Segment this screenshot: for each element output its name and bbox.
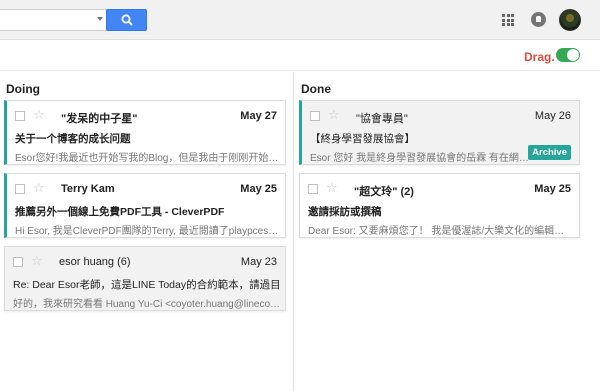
email-date: May 23 bbox=[240, 256, 277, 268]
archive-button[interactable]: Archive bbox=[528, 145, 571, 160]
drag-toggle-row: Drag. bbox=[0, 41, 600, 71]
select-checkbox[interactable] bbox=[308, 184, 318, 194]
email-subject: Re: Dear Esor老師，這是LINE Today的合約範本，請過目唷 bbox=[13, 279, 281, 291]
email-subject: 关于一个博客的成长问题 bbox=[15, 133, 131, 145]
email-card[interactable]: ☆ Terry Kam May 25 推薦另外一個線上免費PDF工具 - Cle… bbox=[4, 173, 286, 238]
select-checkbox[interactable] bbox=[15, 111, 25, 121]
select-checkbox[interactable] bbox=[13, 257, 23, 267]
star-icon[interactable]: ☆ bbox=[328, 107, 340, 123]
star-icon[interactable]: ☆ bbox=[33, 180, 45, 196]
select-checkbox[interactable] bbox=[310, 111, 320, 121]
email-card[interactable]: ☆ "发呆的中子星" May 27 关于一个博客的成长问题 Esor您好!我最近… bbox=[4, 100, 286, 165]
email-date: May 26 bbox=[534, 110, 571, 122]
email-date: May 27 bbox=[240, 110, 277, 122]
search-button[interactable] bbox=[106, 9, 147, 31]
star-icon[interactable]: ☆ bbox=[326, 180, 338, 196]
star-icon[interactable]: ☆ bbox=[31, 253, 43, 269]
column-divider bbox=[293, 72, 294, 391]
select-checkbox[interactable] bbox=[15, 184, 25, 194]
email-snippet: Esor 您好 我是終身學習發展協會的岳霖 有在網路上有 bbox=[310, 153, 532, 164]
email-card[interactable]: ☆ esor huang (6) May 23 Re: Dear Esor老師，… bbox=[4, 246, 286, 311]
email-snippet: Esor您好!我最近也开始写我的Blog，但是我由于刚刚开始写，所... bbox=[15, 153, 280, 164]
search-input[interactable] bbox=[0, 9, 107, 31]
search-options-chevron-icon[interactable] bbox=[97, 17, 103, 21]
drag-label: Drag. bbox=[524, 50, 555, 64]
sender-name: "超文玲" (2) bbox=[354, 186, 414, 198]
sender-name: "協會專員" bbox=[356, 113, 408, 125]
email-date: May 25 bbox=[240, 183, 277, 195]
apps-grid-icon[interactable] bbox=[502, 14, 514, 26]
drag-toggle[interactable] bbox=[556, 48, 580, 62]
email-subject: 【終身學習發展協會】 bbox=[310, 133, 415, 145]
star-icon[interactable]: ☆ bbox=[33, 107, 45, 123]
search-icon bbox=[121, 14, 133, 26]
email-subject: 邀請採訪或撰稿 bbox=[308, 206, 382, 218]
avatar[interactable] bbox=[559, 9, 581, 31]
email-snippet: 好的，我來研究看看 Huang Yu-Ci <coyoter.huang@lin… bbox=[13, 299, 281, 310]
email-snippet: Dear Esor: 又要麻煩您了！ 我是優渥誌/大樂文化的編輯超文玲... bbox=[308, 226, 573, 237]
top-bar bbox=[0, 0, 600, 40]
sender-name: "发呆的中子星" bbox=[61, 113, 138, 125]
column-title-done: Done bbox=[301, 82, 331, 96]
email-subject: 推薦另外一個線上免費PDF工具 - CleverPDF bbox=[15, 206, 225, 218]
notifications-icon[interactable] bbox=[531, 12, 546, 27]
email-card[interactable]: ☆ "協會專員" May 26 【終身學習發展協會】 Esor 您好 我是終身學… bbox=[299, 100, 580, 165]
sender-name: Terry Kam bbox=[61, 183, 115, 195]
email-card[interactable]: ☆ "超文玲" (2) May 25 邀請採訪或撰稿 Dear Esor: 又要… bbox=[299, 173, 580, 238]
column-title-doing: Doing bbox=[6, 82, 40, 96]
email-date: May 25 bbox=[534, 183, 571, 195]
sender-name: esor huang (6) bbox=[59, 256, 131, 268]
email-snippet: Hi Esor, 我是CleverPDF團隊的Terry, 最近閱讀了playp… bbox=[15, 226, 280, 237]
